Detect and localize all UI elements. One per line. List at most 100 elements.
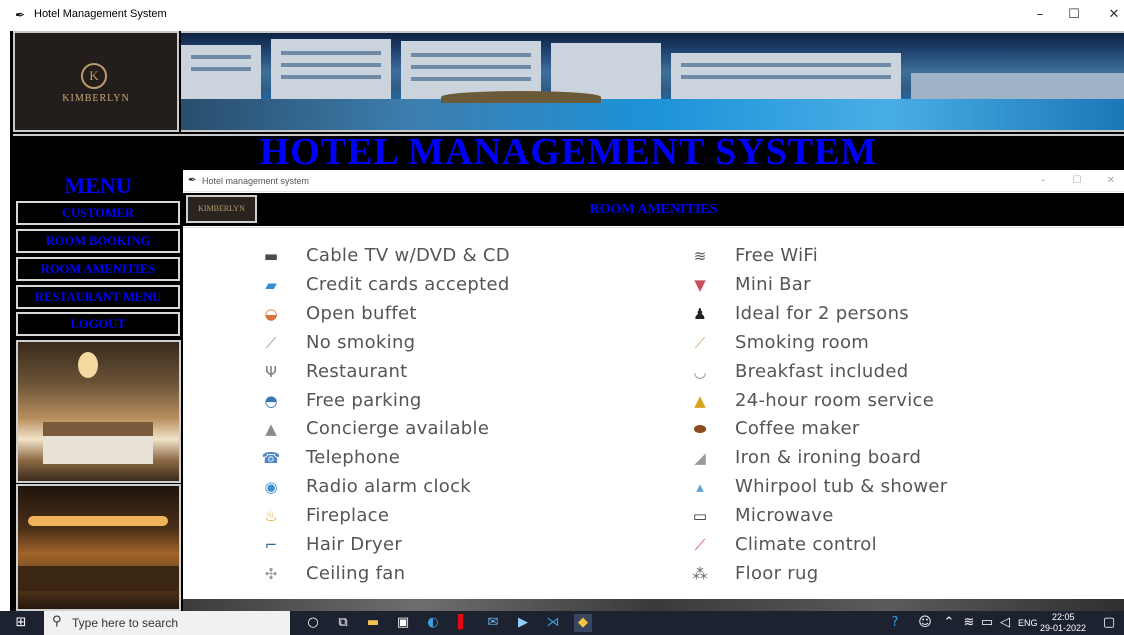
amenity-label: 24-hour room service: [735, 389, 935, 411]
volume-icon[interactable]: ◁: [996, 614, 1014, 632]
amenity-item: ◢ Iron & ironing board: [689, 445, 1109, 473]
mail-icon[interactable]: ✉: [484, 614, 502, 632]
windows-taskbar: ⊞ ⚲ Type here to search ○ ⧉ ▬ ▣ ◐ ▌ ✉ ▶ …: [0, 611, 1124, 635]
amenity-label: Coffee maker: [735, 418, 860, 440]
amenity-label: Radio alarm clock: [306, 476, 472, 498]
mini-bar-icon: ▼: [694, 275, 706, 294]
car-icon: ◓: [264, 391, 278, 410]
cigarette-icon: ⟋: [694, 333, 706, 352]
notifications-icon[interactable]: ▢: [1100, 614, 1118, 632]
hotel-banner-image: [181, 31, 1124, 132]
amenity-item: ⬬ Coffee maker: [689, 416, 1109, 444]
amenity-item: ▲ 24-hour room service: [689, 388, 1109, 416]
menu-logout-button[interactable]: LOGOUT: [16, 312, 180, 336]
amenity-item: ◓ Free parking: [260, 388, 660, 416]
amenity-item: ≋ Free WiFi: [689, 243, 1109, 271]
task-view-icon[interactable]: ⧉: [334, 614, 352, 632]
rug-icon: ⁂: [692, 564, 708, 583]
amenity-item: Ψ Restaurant: [260, 359, 660, 387]
credit-card-icon: ▰: [265, 275, 277, 294]
amenity-item: ▭ Microwave: [689, 503, 1109, 531]
wifi-tray-icon[interactable]: ≋: [960, 614, 978, 632]
clock-date[interactable]: 29-01-2022: [1040, 623, 1086, 633]
hotel-room-photo: [16, 340, 181, 483]
child-title-bar: ✒ Hotel management system – ☐ ✕: [183, 170, 1124, 192]
amenity-item: ⌐ Hair Dryer: [260, 532, 660, 560]
python-icon[interactable]: ◆: [574, 614, 592, 632]
chevron-up-icon[interactable]: ⌃: [940, 614, 958, 632]
amenity-label: Fireplace: [306, 505, 390, 527]
page-title: HOTEL MANAGEMENT SYSTEM: [259, 131, 878, 173]
amenity-item: ◉ Radio alarm clock: [260, 474, 660, 502]
amenities-list: ▬ Cable TV w/DVD & CD ▰ Credit cards accept…: [183, 227, 1124, 599]
coffee-bean-icon: ⬬: [693, 420, 707, 439]
amenity-label: Microwave: [735, 505, 834, 527]
amenity-label: Free parking: [306, 389, 422, 411]
amenity-item: ⟋ Climate control: [689, 532, 1109, 560]
close-button[interactable]: ✕: [1104, 6, 1124, 24]
menu-customer-button[interactable]: CUSTOMER: [16, 201, 180, 225]
amenity-item: ⟋ Smoking room: [689, 330, 1109, 358]
system-header: HOTEL MANAGEMENT SYSTEM: [13, 131, 1124, 173]
amenity-label: Smoking room: [735, 331, 870, 353]
language-indicator[interactable]: ENG: [1018, 618, 1038, 628]
store-icon[interactable]: ▣: [394, 614, 412, 632]
child-bottom-image-strip: [183, 599, 1124, 611]
minimize-button[interactable]: –: [1030, 6, 1050, 24]
prime-video-icon[interactable]: ▶: [514, 614, 532, 632]
amenity-label: Climate control: [735, 534, 877, 555]
room-service-icon: ▲: [694, 391, 706, 410]
buffet-icon: ◒: [264, 304, 278, 323]
hotel-restaurant-photo: [16, 484, 181, 611]
help-icon[interactable]: ?: [886, 614, 904, 632]
file-explorer-icon[interactable]: ▬: [364, 614, 382, 632]
search-icon: ⚲: [52, 614, 62, 629]
hotel-logo: K KIMBERLYN: [13, 31, 179, 132]
amenity-label: No smoking: [306, 331, 416, 353]
netflix-icon[interactable]: ▌: [454, 614, 472, 632]
mini-hotel-logo: KIMBERLYN: [186, 195, 257, 223]
amenity-item: ▰ Credit cards accepted: [260, 272, 660, 300]
clock-time[interactable]: 22:05: [1052, 612, 1075, 622]
search-placeholder: Type here to search: [72, 616, 179, 630]
feather-app-icon: ✒: [15, 8, 26, 22]
menu-room-amenities-button[interactable]: ROOM AMENITIES: [16, 257, 180, 281]
amenity-item: ▲ Concierge available: [260, 416, 660, 444]
telephone-icon: ☎: [261, 449, 281, 468]
amenity-label: Ceiling fan: [306, 562, 406, 584]
menu-restaurant-menu-button[interactable]: RESTAURANT MENU: [16, 285, 180, 309]
amenity-item: ✣ Ceiling fan: [260, 561, 660, 589]
amenities-right-column: ≋ Free WiFi ▼ Mini Bar ♟ Ideal for 2 persons ⟋…: [689, 243, 1109, 593]
ceiling-fan-icon: ✣: [264, 564, 278, 583]
child-close-button[interactable]: ✕: [1103, 174, 1119, 188]
amenity-item: ▴ Whirpool tub & shower: [689, 474, 1109, 502]
amenity-label: Iron & ironing board: [735, 447, 922, 469]
alarm-clock-icon: ◉: [264, 478, 278, 497]
fireplace-icon: ♨: [264, 507, 278, 526]
amenity-item: ♟ Ideal for 2 persons: [689, 301, 1109, 329]
amenities-left-column: ▬ Cable TV w/DVD & CD ▰ Credit cards accept…: [260, 243, 660, 593]
amenity-item: ◒ Open buffet: [260, 301, 660, 329]
room-amenities-window: ✒ Hotel management system – ☐ ✕ ROOM AME…: [183, 170, 1124, 611]
battery-icon[interactable]: ▭: [978, 614, 996, 632]
child-minimize-button[interactable]: –: [1035, 174, 1051, 188]
edge-browser-icon[interactable]: ◐: [424, 614, 442, 632]
maximize-button[interactable]: ☐: [1064, 6, 1084, 24]
vscode-icon[interactable]: ⋊: [544, 614, 562, 632]
wifi-icon: ≋: [693, 247, 707, 265]
menu-title: MENU: [64, 173, 132, 198]
thermometer-icon: ⟋: [694, 536, 706, 554]
amenities-header: ROOM AMENITIES KIMBERLYN: [183, 193, 1124, 226]
people-icon[interactable]: ☺: [916, 614, 934, 632]
child-maximize-button[interactable]: ☐: [1069, 174, 1085, 188]
amenity-item: ⟋ No smoking: [260, 330, 660, 358]
taskbar-search-box[interactable]: ⚲ Type here to search: [44, 611, 290, 635]
menu-room-booking-button[interactable]: ROOM BOOKING: [16, 229, 180, 253]
child-window-title: Hotel management system: [202, 176, 310, 186]
cortana-icon[interactable]: ○: [304, 614, 322, 632]
amenities-heading: ROOM AMENITIES: [589, 202, 718, 217]
app-title-bar: ✒ Hotel Management System – ☐ ✕: [0, 0, 1124, 31]
amenity-label: Mini Bar: [735, 273, 811, 295]
amenity-label: Cable TV w/DVD & CD: [306, 245, 510, 266]
windows-start-icon[interactable]: ⊞: [12, 614, 30, 632]
